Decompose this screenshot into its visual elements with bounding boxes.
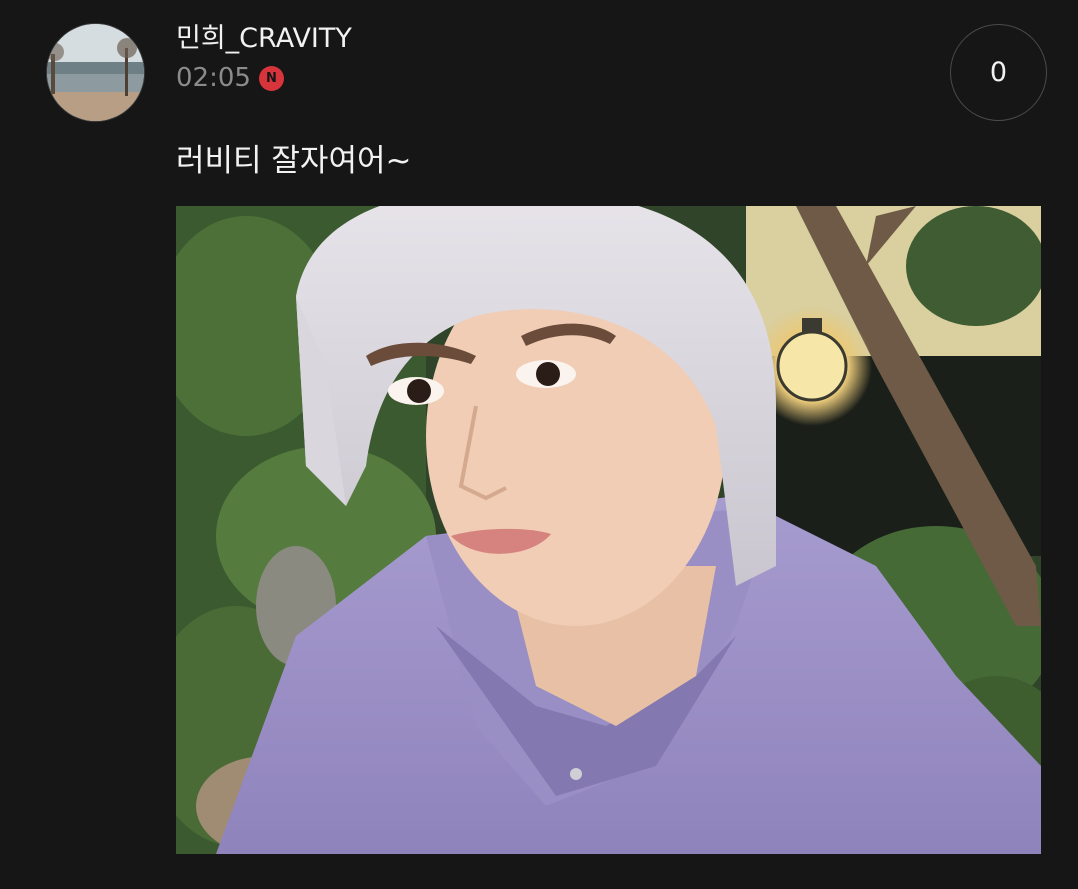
post-meta: 02:05 N [176,62,284,94]
post-timestamp: 02:05 [176,63,251,93]
author-avatar[interactable] [46,23,145,122]
author-name[interactable]: 민희_CRAVITY [176,22,352,56]
like-count-button[interactable]: 0 [950,24,1047,121]
landscape-avatar-icon [47,24,144,121]
selfie-photo-icon [176,206,1041,854]
post-photo[interactable] [176,206,1041,854]
post-text: 러비티 잘자여어~ [176,143,412,179]
new-badge-icon: N [258,65,284,91]
